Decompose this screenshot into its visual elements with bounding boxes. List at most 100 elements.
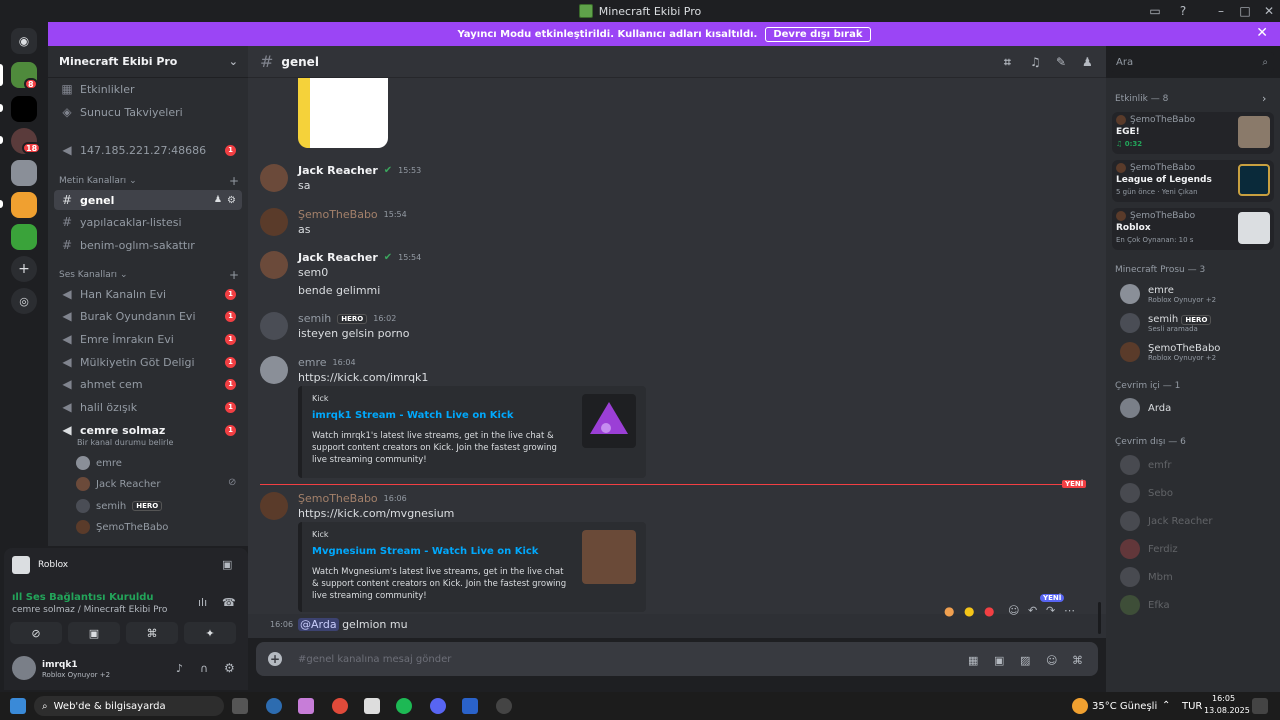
voice-user[interactable]: ŞemoTheBabo xyxy=(76,518,168,536)
embed-thumbnail[interactable] xyxy=(582,394,636,448)
avatar[interactable] xyxy=(260,356,288,384)
windows-start-icon[interactable] xyxy=(10,698,26,714)
reply-icon[interactable]: ↶ xyxy=(1028,604,1037,617)
avatar[interactable] xyxy=(260,492,288,520)
noise-icon[interactable]: ılı xyxy=(198,596,207,609)
weather-icon[interactable] xyxy=(1072,698,1088,714)
activity-card[interactable]: ŞemoTheBabo Roblox En Çok Oynanan: 10 s xyxy=(1112,208,1274,250)
tray-chevron-icon[interactable]: ⌃ xyxy=(1162,700,1170,711)
voice-user[interactable]: Jack Reacher xyxy=(76,475,160,493)
member-item[interactable]: Ferdiz xyxy=(1120,535,1178,563)
app-icon[interactable] xyxy=(298,698,314,714)
events-item[interactable]: ▦ Etkinlikler xyxy=(54,79,242,99)
voice-channel[interactable]: ◀ Emre İmrakın Evi 1 xyxy=(54,329,242,349)
member-item[interactable]: emfr xyxy=(1120,451,1172,479)
avatar[interactable] xyxy=(260,164,288,192)
guild-header[interactable]: Minecraft Ekibi Pro ⌄ xyxy=(48,46,248,78)
channel-yapilacaklar[interactable]: # yapılacaklar-listesi xyxy=(54,212,242,232)
stream-icon[interactable]: ▣ xyxy=(222,558,232,571)
voice-channel[interactable]: ◀ halil özışık 1 xyxy=(54,397,242,417)
embed-title[interactable]: imrqk1 Stream - Watch Live on Kick xyxy=(312,410,514,421)
copilot-icon[interactable] xyxy=(266,698,282,714)
voice-channel-connected[interactable]: ◀ cemre solmaz 1 xyxy=(54,420,242,440)
bell-icon[interactable]: ♫ xyxy=(1030,55,1041,69)
reaction-18-icon[interactable]: ● xyxy=(984,604,994,618)
member-item[interactable]: Mbm xyxy=(1120,563,1173,591)
channel-genel[interactable]: # genel ⚙ ♟ xyxy=(54,190,242,210)
disconnect-icon[interactable]: ☎ xyxy=(222,596,236,609)
camera-off-button[interactable]: ⊘ xyxy=(10,622,62,644)
activity-button[interactable]: ⌘ xyxy=(126,622,178,644)
voice-user[interactable]: emre xyxy=(76,454,122,472)
member-item[interactable]: ŞemoTheBabo Roblox Oynuyor +2 xyxy=(1120,338,1220,366)
server-black[interactable] xyxy=(11,96,37,122)
taskbar-search[interactable]: ⌕ Web'de & bilgisayarda xyxy=(34,696,224,716)
voice-channel-ip[interactable]: ◀ 147.185.221.27:48686 1 xyxy=(54,140,242,160)
voice-channel[interactable]: ◀ Burak Oyundanın Evi 1 xyxy=(54,306,242,326)
message-link[interactable]: https://kick.com/mvgnesium xyxy=(298,507,454,520)
channel-benim[interactable]: # benim-oglım-sakattır xyxy=(54,235,242,255)
gift-icon[interactable]: ▦ xyxy=(968,654,978,667)
microphone-icon[interactable]: ♪ xyxy=(176,662,183,675)
members-icon[interactable]: ♟ xyxy=(1082,55,1093,69)
more-icon[interactable]: ⋯ xyxy=(1064,604,1075,617)
voice-user[interactable]: semih HERO xyxy=(76,497,163,515)
server-orange[interactable] xyxy=(11,192,37,218)
discord-taskbar-icon[interactable] xyxy=(430,698,446,714)
server-creeper[interactable] xyxy=(11,224,37,250)
app-icon[interactable] xyxy=(462,698,478,714)
connection-channel[interactable]: cemre solmaz / Minecraft Ekibi Pro xyxy=(12,605,167,615)
avatar[interactable] xyxy=(260,251,288,279)
add-channel-icon[interactable]: + xyxy=(229,174,239,188)
apps-icon[interactable]: ⌘ xyxy=(1072,654,1083,667)
task-view-icon[interactable] xyxy=(232,698,248,714)
add-channel-icon[interactable]: + xyxy=(229,268,239,282)
attach-plus-icon[interactable]: + xyxy=(268,652,282,666)
voice-channel[interactable]: ◀ ahmet cem 1 xyxy=(54,374,242,394)
activity-card[interactable]: ŞemoTheBabo League of Legends 5 gün önce… xyxy=(1112,160,1274,202)
chrome-icon[interactable] xyxy=(332,698,348,714)
gif-icon[interactable]: ▣ xyxy=(994,654,1004,667)
search-input[interactable]: Ara ⌕ xyxy=(1110,52,1274,72)
member-item[interactable]: Jack Reacher xyxy=(1120,507,1212,535)
message-composer[interactable]: + #genel kanalına mesaj gönder ▦ ▣ ▨ ☺ ⌘ xyxy=(256,642,1098,676)
soundboard-button[interactable]: ✦ xyxy=(184,622,236,644)
voice-channel[interactable]: ◀ Mülkiyetin Göt Deligi 1 xyxy=(54,352,242,372)
notification-icon[interactable] xyxy=(1252,698,1268,714)
activity-card[interactable]: ŞemoTheBabo EGE! ♫ 0:32 xyxy=(1112,112,1274,154)
settings-icon[interactable]: ⚙ xyxy=(224,661,235,675)
mention[interactable]: @Arda xyxy=(298,618,339,631)
message-link[interactable]: https://kick.com/imrqk1 xyxy=(298,371,428,384)
maximize-button[interactable]: □ xyxy=(1232,0,1258,22)
explore-icon[interactable]: ◎ xyxy=(11,288,37,314)
voice-category[interactable]: Ses Kanalları ⌄ + xyxy=(59,268,239,282)
add-reaction-icon[interactable]: ☺ xyxy=(1008,604,1019,617)
member-item[interactable]: semih HERO Sesli aramada xyxy=(1120,309,1212,337)
embed-title[interactable]: Mvgnesium Stream - Watch Live on Kick xyxy=(312,546,538,557)
minimize-button[interactable]: – xyxy=(1208,0,1234,22)
sticker-icon[interactable]: ▨ xyxy=(1020,654,1030,667)
member-item[interactable]: Efka xyxy=(1120,591,1170,619)
screen-share-button[interactable]: ▣ xyxy=(68,622,120,644)
member-item[interactable]: Arda xyxy=(1120,394,1171,422)
threads-icon[interactable]: ⌗ xyxy=(1004,55,1011,70)
close-icon[interactable]: ✕ xyxy=(1256,25,1268,41)
screen-share-icon[interactable]: ▭ xyxy=(1142,0,1168,22)
avatar[interactable] xyxy=(12,656,36,680)
reaction-sunglasses-icon[interactable]: ● xyxy=(964,604,974,618)
reaction-peach-icon[interactable]: ● xyxy=(944,604,954,618)
pin-icon[interactable]: ✎ xyxy=(1056,55,1066,69)
chevron-right-icon[interactable]: › xyxy=(1262,92,1266,105)
close-window-button[interactable]: ✕ xyxy=(1256,0,1280,22)
avatar[interactable] xyxy=(260,208,288,236)
voice-status-hint[interactable]: Bir kanal durumu belirle xyxy=(77,438,173,447)
server-photo[interactable] xyxy=(11,160,37,186)
add-server-icon[interactable]: + xyxy=(11,256,37,282)
spotify-icon[interactable] xyxy=(396,698,412,714)
scrollbar[interactable] xyxy=(1098,602,1101,634)
headphones-icon[interactable]: ∩ xyxy=(200,662,208,675)
emoji-icon[interactable]: ☺ xyxy=(1046,654,1057,667)
text-category[interactable]: Metin Kanalları ⌄ + xyxy=(59,174,239,188)
settings-icon[interactable]: ⚙ xyxy=(227,195,236,206)
invite-icon[interactable]: ♟ xyxy=(214,195,222,205)
